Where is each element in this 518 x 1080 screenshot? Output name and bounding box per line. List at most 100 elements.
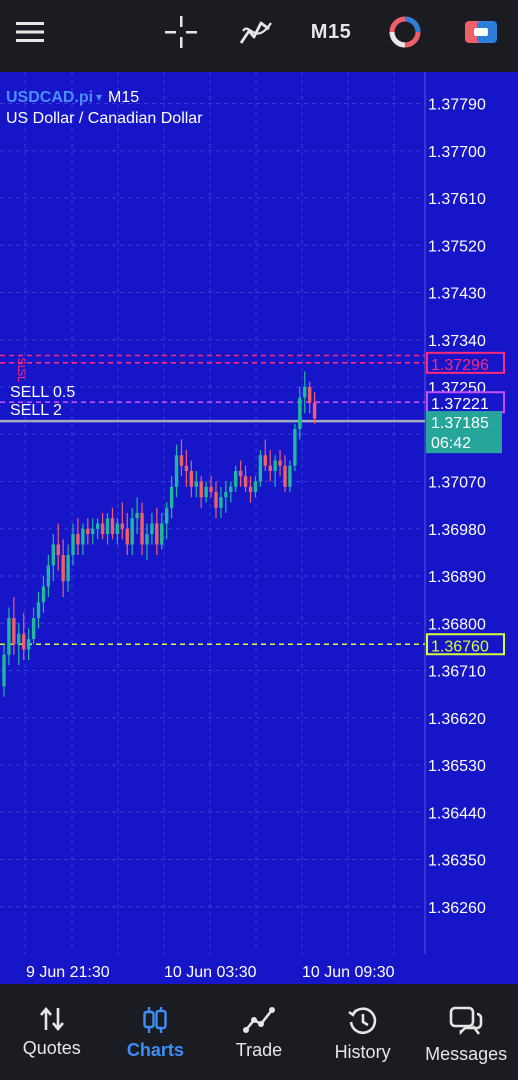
nav-quotes-label: Quotes	[22, 1038, 81, 1058]
indicators-icon[interactable]	[234, 10, 278, 54]
candle-body	[298, 397, 302, 429]
price-tick-label: 1.37340	[428, 333, 486, 350]
candle-timer-label: 06:42	[431, 435, 471, 452]
candle-body	[61, 555, 65, 582]
nav-history-label: History	[334, 1042, 391, 1062]
top-toolbar: M15	[0, 0, 518, 72]
candle-body	[248, 486, 253, 492]
hamburger-menu-icon[interactable]	[8, 10, 52, 54]
candle-body	[51, 544, 55, 566]
chart-timeframe-label: M15	[108, 89, 139, 106]
candle-body	[145, 534, 149, 545]
candle-body	[253, 481, 258, 492]
quotes-arrows-icon	[39, 1006, 64, 1032]
price-tick-label: 1.37700	[428, 144, 486, 161]
order-label-sell-2: SELL 2	[10, 402, 62, 419]
candle-body	[155, 523, 159, 545]
candle-body	[189, 471, 194, 487]
price-tick-label: 1.36800	[428, 616, 486, 633]
candle-body	[71, 534, 75, 555]
sl-tag-label: SL	[15, 369, 27, 382]
one-click-trade-icon[interactable]	[459, 10, 503, 54]
candle-body	[12, 618, 16, 645]
candle-body	[184, 465, 189, 471]
messages-chat-icon	[449, 1006, 483, 1036]
candle-body	[204, 486, 208, 498]
symbol-label[interactable]: USDCAD.pi	[6, 89, 93, 106]
candle-body	[238, 471, 243, 477]
candle-body	[258, 455, 263, 482]
time-axis: 9 Jun 21:30 10 Jun 03:30 10 Jun 09:30	[26, 964, 395, 981]
candle-body	[288, 465, 292, 487]
time-axis-label: 9 Jun 21:30	[26, 964, 110, 981]
candle-body	[130, 518, 134, 545]
sl-price-label-text: 1.37296	[431, 357, 489, 374]
order-price-label-text: 1.37221	[431, 396, 489, 413]
candle-body	[66, 555, 70, 582]
price-tick-label: 1.36530	[428, 758, 486, 775]
candle-body	[120, 523, 125, 529]
price-tick-label: 1.37520	[428, 238, 486, 255]
nav-messages-label: Messages	[425, 1044, 508, 1064]
price-tick-label: 1.36620	[428, 711, 486, 728]
candle-body	[307, 387, 312, 403]
nav-charts[interactable]: Charts	[104, 984, 208, 1080]
timeframe-button[interactable]: M15	[305, 10, 357, 54]
candle-body	[150, 523, 154, 534]
candle-body	[283, 465, 287, 487]
candle-body	[115, 523, 120, 534]
candle-body	[56, 544, 60, 555]
price-tick-label: 1.37610	[428, 191, 486, 208]
symbol-description: US Dollar / Canadian Dollar	[6, 110, 203, 127]
nav-messages[interactable]: Messages	[414, 984, 518, 1080]
crosshair-icon[interactable]	[159, 10, 203, 54]
time-axis-label: 10 Jun 09:30	[302, 964, 395, 981]
candle-body	[125, 528, 129, 545]
candle-body	[209, 486, 213, 492]
order-label-sell-05: SELL 0.5	[10, 384, 75, 401]
candle-body	[179, 455, 184, 466]
candle-body	[263, 455, 267, 466]
chart-area[interactable]: SL SL SELL 0.5 SELL 2 1.37790 1.37700 1.37610…	[0, 72, 518, 984]
candle-body	[110, 518, 115, 534]
bottom-navigation: Quotes Charts Trade History Messages	[0, 984, 518, 1080]
candle-body	[243, 476, 248, 487]
nav-trade[interactable]: Trade	[207, 984, 311, 1080]
price-tick-label: 1.36980	[428, 522, 486, 539]
price-chart[interactable]: SLSLSELL 0.5SELL 2 1.377901.377001.37610…	[0, 72, 518, 984]
price-tick-label: 1.36440	[428, 805, 486, 822]
candle-body	[41, 586, 46, 603]
price-tick-label: 1.36350	[428, 853, 486, 870]
candle-body	[169, 486, 174, 508]
history-clock-icon	[347, 1007, 376, 1035]
nav-charts-label: Charts	[126, 1040, 184, 1060]
candle-body	[91, 528, 95, 534]
nav-quotes[interactable]: Quotes	[0, 984, 104, 1080]
charts-candles-icon	[143, 1007, 168, 1033]
candle-body	[17, 633, 21, 645]
candle-body	[105, 518, 110, 534]
chart-color-icon[interactable]	[383, 10, 427, 54]
price-tick-label: 1.37790	[428, 97, 486, 114]
candle-body	[31, 618, 36, 639]
candle-body	[22, 633, 26, 650]
candle-body	[219, 497, 223, 508]
candle-body	[46, 565, 51, 587]
candle-body	[7, 618, 11, 655]
candle-body	[140, 513, 144, 545]
candle-body	[81, 528, 85, 545]
time-axis-label: 10 Jun 03:30	[164, 964, 257, 981]
candle-body	[164, 507, 169, 524]
candle-body	[100, 523, 105, 534]
candle-body	[26, 639, 31, 650]
symbol-dropdown-icon[interactable]: ▾	[96, 90, 102, 104]
trade-line-icon	[242, 1007, 275, 1033]
bid-price-label-text: 1.37185	[431, 415, 489, 432]
candle-body	[199, 481, 203, 498]
price-tick-label: 1.36260	[428, 900, 486, 917]
price-tick-label: 1.37430	[428, 286, 486, 303]
candle-body	[268, 465, 272, 471]
candle-body	[86, 528, 90, 534]
nav-history[interactable]: History	[311, 984, 415, 1080]
candle-body	[273, 460, 277, 471]
